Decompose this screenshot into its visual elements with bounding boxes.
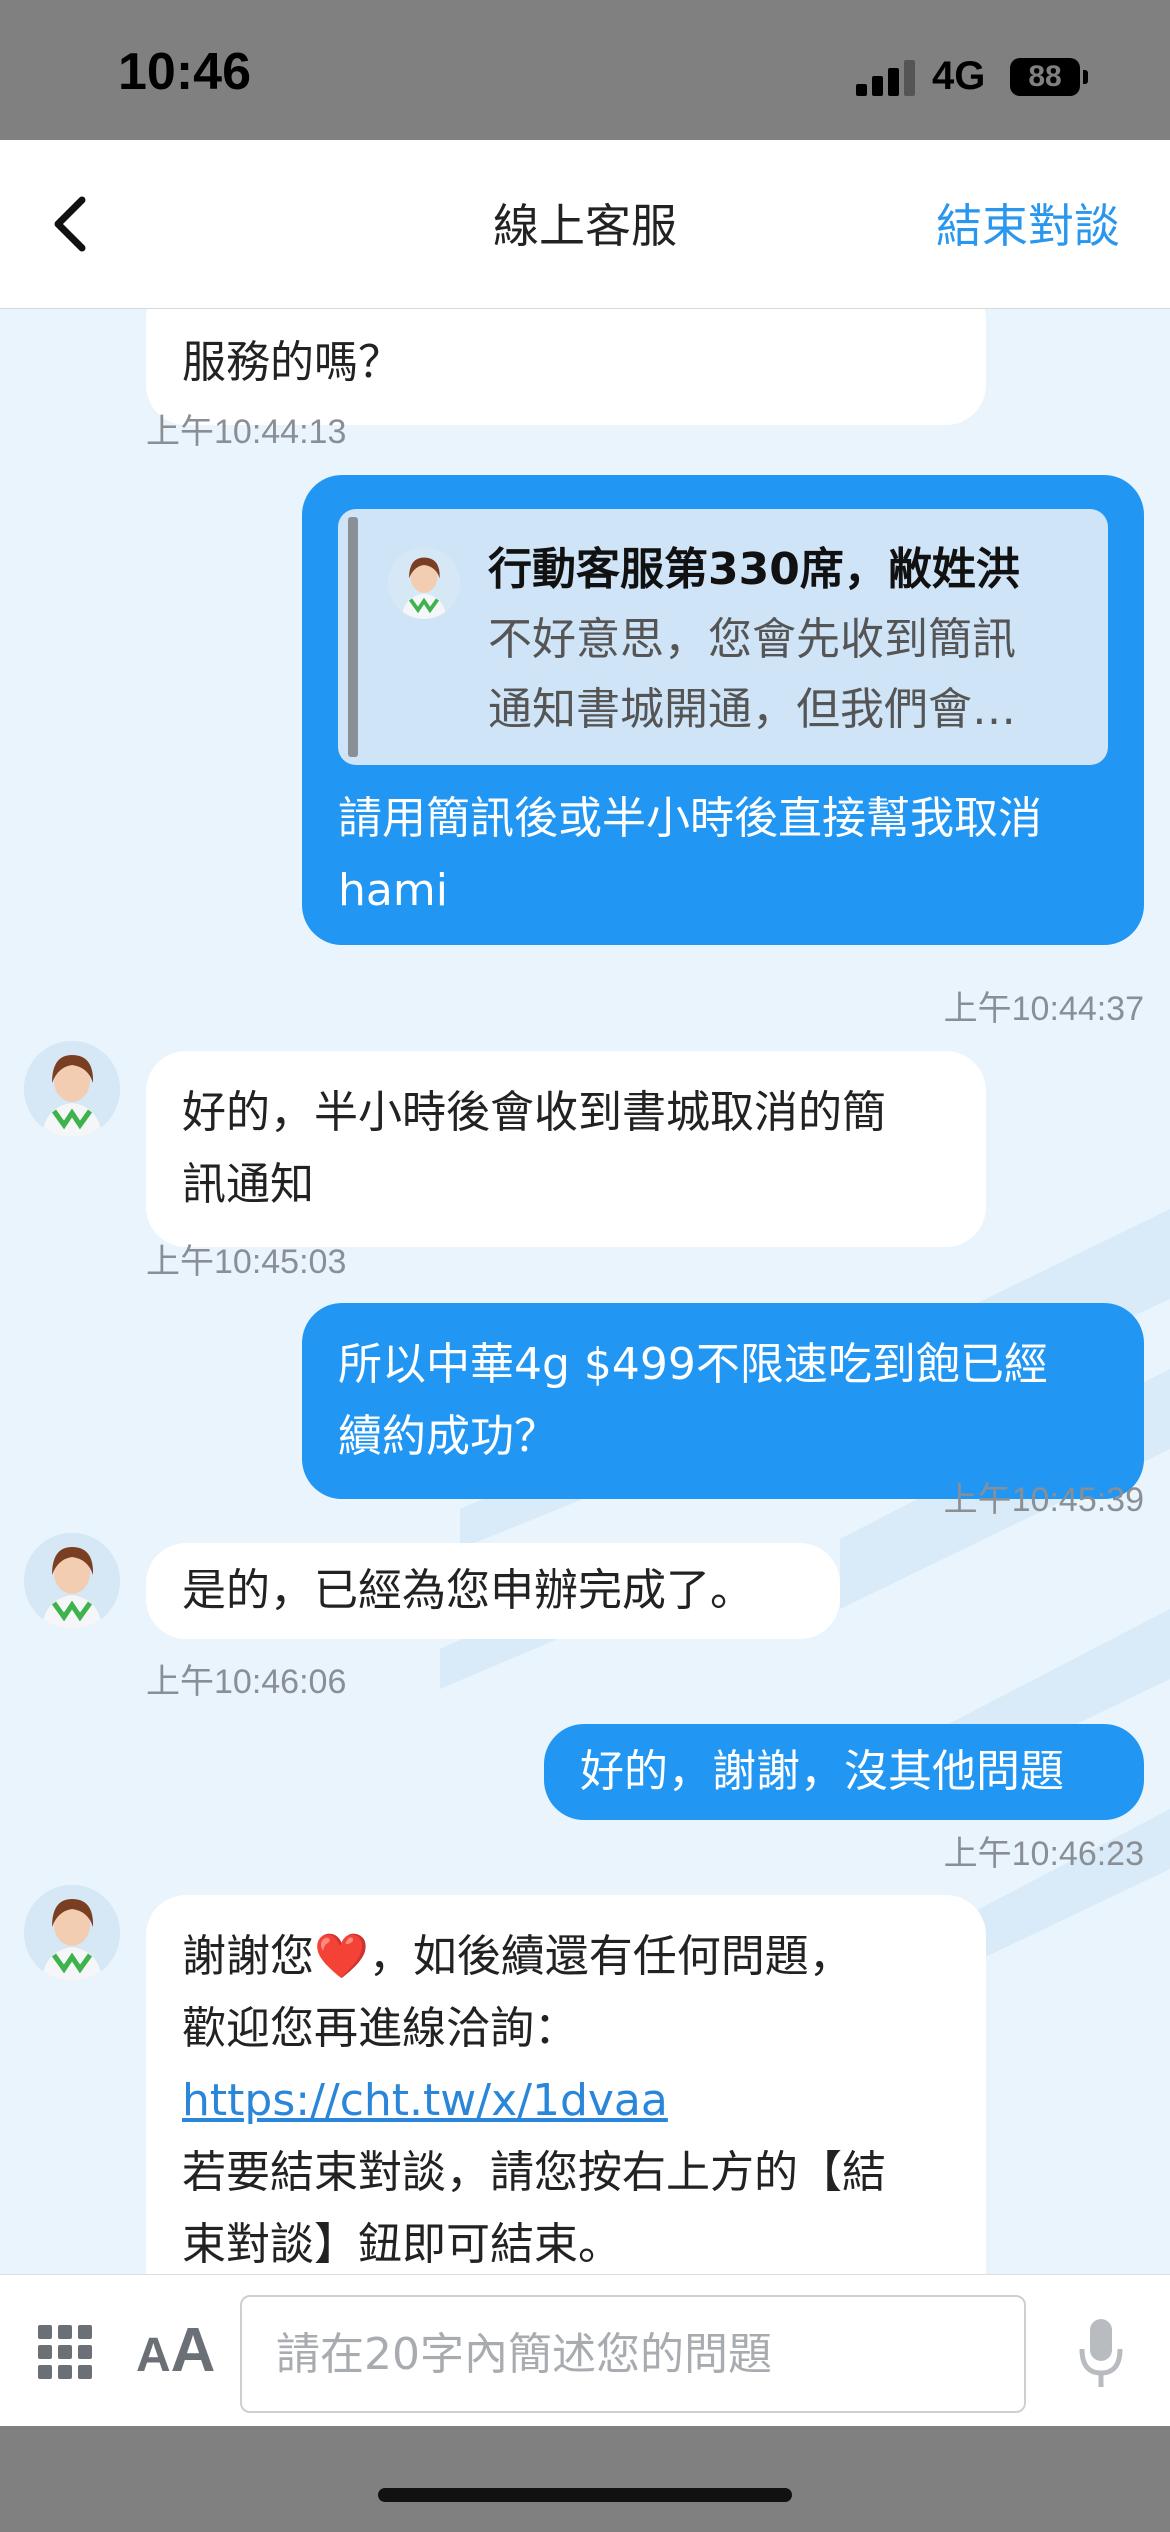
- message-text: hami: [338, 865, 448, 916]
- quote-line: 通知書城開通，但我們會…: [488, 684, 1016, 735]
- message-text: 訊通知: [182, 1159, 314, 1210]
- message-text: 所以中華4g $499不限速吃到飽已經: [338, 1339, 1048, 1390]
- message-text: 好的，半小時後會收到書城取消的簡: [182, 1087, 886, 1138]
- font-small-glyph: A: [136, 2329, 171, 2382]
- message-text: 謝謝您❤️，如後續還有任何問題，: [182, 1931, 853, 1982]
- message-text: 若要結束對談，請您按右上方的【結: [182, 2147, 886, 2198]
- message-timestamp: 上午10:44:13: [146, 413, 347, 451]
- menu-grid-icon[interactable]: [38, 2325, 92, 2379]
- message-text: 續約成功？: [338, 1411, 558, 1462]
- home-indicator[interactable]: [378, 2488, 792, 2502]
- message-outgoing: 所以中華4g $499不限速吃到飽已經 續約成功？: [302, 1303, 1144, 1499]
- quote-bar: [348, 517, 358, 757]
- message-outgoing: 行動客服第330席，敝姓洪 不好意思，您會先收到簡訊 通知書城開通，但我們會… …: [302, 475, 1144, 945]
- agent-avatar: [24, 1041, 120, 1137]
- message-text: 歡迎您再進線洽詢：: [182, 2003, 578, 2054]
- network-type: 4G: [932, 54, 986, 98]
- message-text: 好的，謝謝，沒其他問題: [580, 1746, 1064, 1797]
- message-text: 服務的嗎？: [182, 337, 402, 388]
- message-timestamp: 上午10:46:23: [943, 1835, 1144, 1873]
- message-incoming: 謝謝您❤️，如後續還有任何問題， 歡迎您再進線洽詢： https://cht.t…: [146, 1895, 986, 2274]
- font-size-icon[interactable]: AA: [136, 2315, 215, 2386]
- nav-bar: 線上客服 結束對談: [0, 140, 1170, 309]
- message-timestamp: 上午10:44:37: [943, 990, 1144, 1028]
- quote-author: 行動客服第330席，敝姓洪: [488, 544, 1020, 595]
- message-link[interactable]: https://cht.tw/x/1dvaa: [182, 2065, 950, 2137]
- message-timestamp: 上午10:46:06: [146, 1663, 347, 1701]
- message-timestamp: 上午10:45:39: [943, 1481, 1144, 1519]
- message-incoming: 好的，半小時後會收到書城取消的簡 訊通知: [146, 1051, 986, 1247]
- microphone-icon[interactable]: [1076, 2315, 1126, 2395]
- home-area: [0, 2426, 1170, 2532]
- agent-avatar: [24, 1885, 120, 1981]
- agent-avatar: [24, 1533, 120, 1629]
- status-time: 10:46: [118, 43, 251, 101]
- message-text: 束對談】鈕即可結束。: [182, 2219, 622, 2270]
- quoted-message[interactable]: 行動客服第330席，敝姓洪 不好意思，您會先收到簡訊 通知書城開通，但我們會…: [338, 509, 1108, 765]
- chat-area[interactable]: 服務的嗎？ 上午10:44:13 行動客服第330席，敝姓洪 不好意思，您會先收…: [0, 309, 1170, 2274]
- message-incoming: 是的，已經為您申辦完成了。: [146, 1543, 840, 1639]
- message-text: 是的，已經為您申辦完成了。: [182, 1565, 754, 1616]
- battery-icon: 88: [1010, 58, 1080, 96]
- status-bar: 10:46 4G 88: [0, 0, 1170, 140]
- font-large-glyph: A: [170, 2316, 216, 2385]
- agent-avatar: [388, 547, 460, 619]
- message-timestamp: 上午10:45:03: [146, 1243, 347, 1281]
- battery-tip: [1083, 70, 1088, 84]
- message-outgoing: 好的，謝謝，沒其他問題: [544, 1724, 1144, 1820]
- quote-line: 不好意思，您會先收到簡訊: [488, 614, 1016, 665]
- end-chat-button[interactable]: 結束對談: [936, 190, 1120, 256]
- message-input[interactable]: [240, 2295, 1026, 2413]
- signal-icon: [856, 60, 918, 96]
- input-bar: AA: [0, 2274, 1170, 2427]
- message-text: 請用簡訊後或半小時後直接幫我取消: [338, 793, 1042, 844]
